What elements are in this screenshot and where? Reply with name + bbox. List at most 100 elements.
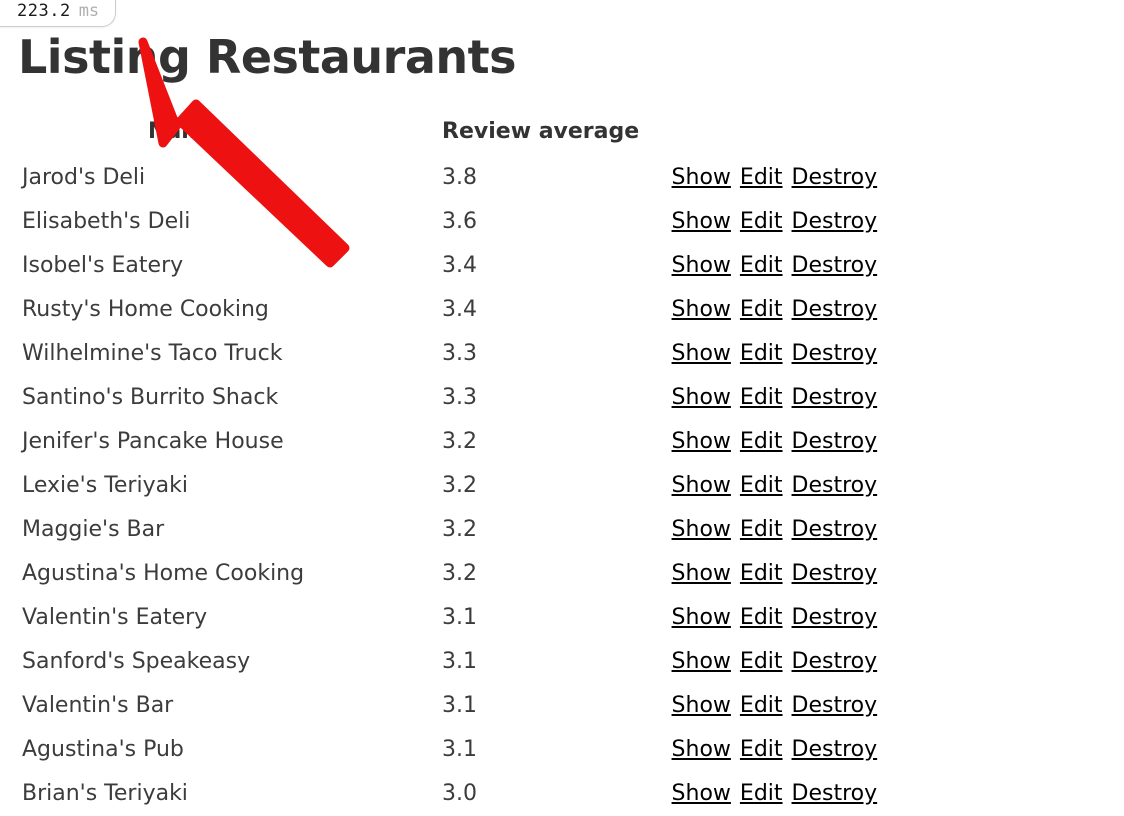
show-link[interactable]: Show <box>672 385 731 410</box>
show-link[interactable]: Show <box>672 737 731 762</box>
destroy-link[interactable]: Destroy <box>792 473 878 498</box>
show-link[interactable]: Show <box>672 297 731 322</box>
table-header-row: Name Review average <box>0 108 1124 156</box>
table-row: Brian's Teriyaki 3.0 Show Edit Destroy <box>0 772 1124 816</box>
show-link[interactable]: Show <box>672 649 731 674</box>
show-link[interactable]: Show <box>672 693 731 718</box>
edit-link[interactable]: Edit <box>740 165 783 190</box>
performance-badge: 223.2 ms <box>0 0 117 27</box>
edit-link[interactable]: Edit <box>740 209 783 234</box>
destroy-link[interactable]: Destroy <box>792 781 878 806</box>
show-link[interactable]: Show <box>672 429 731 454</box>
show-link[interactable]: Show <box>672 341 731 366</box>
cell-restaurant-name: Rusty's Home Cooking <box>22 297 269 322</box>
cell-actions: Show Edit Destroy <box>672 376 1124 420</box>
table-row: Valentin's Bar 3.1 Show Edit Destroy <box>0 684 1124 728</box>
destroy-link[interactable]: Destroy <box>792 693 878 718</box>
table-row: Valentin's Eatery 3.1 Show Edit Destroy <box>0 596 1124 640</box>
edit-link[interactable]: Edit <box>740 693 783 718</box>
edit-link[interactable]: Edit <box>740 605 783 630</box>
destroy-link[interactable]: Destroy <box>792 429 878 454</box>
table-row: Isobel's Eatery 3.4 Show Edit Destroy <box>0 244 1124 288</box>
table-row: Agustina's Home Cooking 3.2 Show Edit Destro… <box>0 552 1124 596</box>
cell-review-average: 3.1 <box>442 693 478 718</box>
performance-value: 223.2 <box>17 1 71 21</box>
cell-actions: Show Edit Destroy <box>672 596 1124 640</box>
table-body: Jarod's Deli 3.8 Show Edit Destroy Elisabeth'… <box>0 156 1124 816</box>
cell-review-average: 3.1 <box>442 649 478 674</box>
cell-actions: Show Edit Destroy <box>672 772 1124 816</box>
cell-review-average: 3.3 <box>442 341 478 366</box>
restaurants-table: Name Review average Jarod's Deli 3.8 Show E… <box>0 108 1124 816</box>
table-row: Sanford's Speakeasy 3.1 Show Edit Destroy <box>0 640 1124 684</box>
destroy-link[interactable]: Destroy <box>792 297 878 322</box>
show-link[interactable]: Show <box>672 209 731 234</box>
destroy-link[interactable]: Destroy <box>792 605 878 630</box>
cell-review-average: 3.0 <box>442 781 478 806</box>
show-link[interactable]: Show <box>672 473 731 498</box>
destroy-link[interactable]: Destroy <box>792 253 878 278</box>
cell-restaurant-name: Maggie's Bar <box>22 517 165 542</box>
table-row: Maggie's Bar 3.2 Show Edit Destroy <box>0 508 1124 552</box>
edit-link[interactable]: Edit <box>740 297 783 322</box>
edit-link[interactable]: Edit <box>740 561 783 586</box>
destroy-link[interactable]: Destroy <box>792 517 878 542</box>
destroy-link[interactable]: Destroy <box>792 737 878 762</box>
cell-actions: Show Edit Destroy <box>672 288 1124 332</box>
show-link[interactable]: Show <box>672 561 731 586</box>
cell-restaurant-name: Jarod's Deli <box>22 165 146 190</box>
edit-link[interactable]: Edit <box>740 473 783 498</box>
cell-review-average: 3.2 <box>442 517 478 542</box>
cell-restaurant-name: Lexie's Teriyaki <box>22 473 188 498</box>
cell-restaurant-name: Santino's Burrito Shack <box>22 385 279 410</box>
destroy-link[interactable]: Destroy <box>792 561 878 586</box>
destroy-link[interactable]: Destroy <box>792 385 878 410</box>
cell-actions: Show Edit Destroy <box>672 464 1124 508</box>
destroy-link[interactable]: Destroy <box>792 341 878 366</box>
cell-actions: Show Edit Destroy <box>672 684 1124 728</box>
cell-review-average: 3.6 <box>442 209 478 234</box>
cell-review-average: 3.1 <box>442 737 478 762</box>
cell-review-average: 3.3 <box>442 385 478 410</box>
edit-link[interactable]: Edit <box>740 649 783 674</box>
edit-link[interactable]: Edit <box>740 385 783 410</box>
table-row: Agustina's Pub 3.1 Show Edit Destroy <box>0 728 1124 772</box>
cell-restaurant-name: Agustina's Home Cooking <box>22 561 305 586</box>
table-header: Name Review average <box>0 108 1124 156</box>
show-link[interactable]: Show <box>672 781 731 806</box>
edit-link[interactable]: Edit <box>740 737 783 762</box>
cell-actions: Show Edit Destroy <box>672 728 1124 772</box>
edit-link[interactable]: Edit <box>740 517 783 542</box>
table-row: Elisabeth's Deli 3.6 Show Edit Destroy <box>0 200 1124 244</box>
table-row: Lexie's Teriyaki 3.2 Show Edit Destroy <box>0 464 1124 508</box>
column-header-review-average: Review average <box>442 119 640 144</box>
edit-link[interactable]: Edit <box>740 253 783 278</box>
destroy-link[interactable]: Destroy <box>792 165 878 190</box>
cell-restaurant-name: Brian's Teriyaki <box>22 781 188 806</box>
cell-restaurant-name: Isobel's Eatery <box>22 253 184 278</box>
page-title: Listing Restaurants <box>18 30 517 84</box>
cell-actions: Show Edit Destroy <box>672 156 1124 200</box>
show-link[interactable]: Show <box>672 253 731 278</box>
show-link[interactable]: Show <box>672 165 731 190</box>
cell-review-average: 3.4 <box>442 297 478 322</box>
show-link[interactable]: Show <box>672 605 731 630</box>
show-link[interactable]: Show <box>672 517 731 542</box>
destroy-link[interactable]: Destroy <box>792 649 878 674</box>
column-header-actions <box>672 108 1124 156</box>
destroy-link[interactable]: Destroy <box>792 209 878 234</box>
cell-review-average: 3.2 <box>442 473 478 498</box>
cell-actions: Show Edit Destroy <box>672 420 1124 464</box>
cell-restaurant-name: Agustina's Pub <box>22 737 184 762</box>
edit-link[interactable]: Edit <box>740 781 783 806</box>
cell-restaurant-name: Valentin's Bar <box>22 693 174 718</box>
cell-actions: Show Edit Destroy <box>672 640 1124 684</box>
edit-link[interactable]: Edit <box>740 429 783 454</box>
table-row: Wilhelmine's Taco Truck 3.3 Show Edit Destro… <box>0 332 1124 376</box>
cell-restaurant-name: Elisabeth's Deli <box>22 209 191 234</box>
edit-link[interactable]: Edit <box>740 341 783 366</box>
cell-actions: Show Edit Destroy <box>672 200 1124 244</box>
performance-unit: ms <box>78 1 100 21</box>
table-row: Santino's Burrito Shack 3.3 Show Edit Destro… <box>0 376 1124 420</box>
cell-restaurant-name: Wilhelmine's Taco Truck <box>22 341 283 366</box>
